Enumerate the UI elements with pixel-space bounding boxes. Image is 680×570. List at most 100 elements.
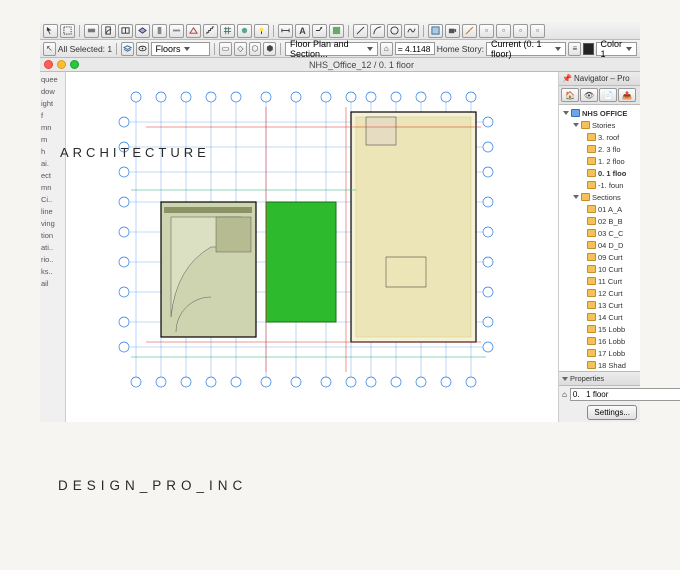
properties-title: Properties [570,374,604,383]
tool-more-2[interactable]: ▫ [496,24,511,38]
tree-item-label: 16 Lobb [598,337,625,346]
tool-spline[interactable] [404,24,419,38]
navigator-title: Navigator – Pro [574,74,630,83]
left-strip-item: dow [41,86,64,98]
tree-item[interactable]: Sections [559,191,640,203]
tool-arrow[interactable] [43,24,58,38]
tree-item[interactable]: 1. 2 floo [559,155,640,167]
tree-item[interactable]: 10 Curt [559,263,640,275]
tree-item[interactable]: 18 Shad [559,359,640,371]
tool-circle[interactable] [387,24,402,38]
tool-line[interactable] [353,24,368,38]
tool-roof[interactable] [186,24,201,38]
left-strip-item: f [41,110,64,122]
tree-item[interactable]: 15 Lobb [559,323,640,335]
tool-beam[interactable] [169,24,184,38]
tree-item[interactable]: 16 Lobb [559,335,640,347]
tree-item[interactable]: 11 Curt [559,275,640,287]
elevation-icon[interactable]: ⌂ [380,42,393,56]
tree-item[interactable]: 03 C_C [559,227,640,239]
color-combo[interactable]: Color 1 [596,42,638,56]
geom-mode-1[interactable]: ▭ [219,42,232,56]
color-swatch[interactable] [583,43,593,55]
tool-marquee[interactable] [60,24,75,38]
chevron-down-icon [555,47,561,51]
tree-item[interactable]: 2. 3 flo [559,143,640,155]
tool-column[interactable] [152,24,167,38]
tree-item[interactable]: 0. 1 floo [559,167,640,179]
selected-count-label: All Selected: 1 [58,44,112,54]
tool-label[interactable] [312,24,327,38]
tree-item[interactable]: 02 B_B [559,215,640,227]
tree-item[interactable]: Stories [559,119,640,131]
nav-mode-project[interactable]: 🏠 [561,88,579,102]
minimize-icon[interactable] [57,60,66,69]
tree-item-label: 09 Curt [598,253,623,262]
tool-measure[interactable] [462,24,477,38]
drawing-canvas[interactable] [66,72,558,422]
tree-item[interactable]: 14 Curt [559,311,640,323]
overlay-brand-text: DESIGN_PRO_INC [58,478,247,493]
tree-item[interactable]: NHS OFFICE [559,107,640,119]
nav-mode-view[interactable]: 👁 [580,88,598,102]
tree-item-label: NHS OFFICE [582,109,627,118]
scale-input[interactable] [395,42,435,55]
tool-lamp[interactable] [254,24,269,38]
tool-more-3[interactable]: ▫ [513,24,528,38]
tree-item[interactable]: 3. roof [559,131,640,143]
geom-mode-2[interactable]: ◇ [234,42,247,56]
geom-mode-4[interactable]: ⬢ [263,42,276,56]
properties-story-field[interactable] [570,388,680,401]
tree-item[interactable]: 01 A_A [559,203,640,215]
chevron-down-icon [184,47,190,51]
color-combo-label: Color 1 [601,39,624,59]
close-icon[interactable] [44,60,53,69]
nav-mode-publisher[interactable]: 📤 [618,88,636,102]
tool-window[interactable] [118,24,133,38]
tool-camera[interactable] [445,24,460,38]
tree-item-label: 02 B_B [598,217,623,226]
tree-item[interactable]: 09 Curt [559,251,640,263]
tool-fill[interactable] [329,24,344,38]
pointer-icon[interactable]: ↖ [43,42,56,56]
linetype-icon[interactable]: ≡ [568,42,581,56]
toolbar-tools: A ▫ ▫ ▫ ▫ [40,22,640,40]
settings-button[interactable]: Settings... [587,405,637,420]
tree-item[interactable]: 04 D_D [559,239,640,251]
tool-object[interactable] [237,24,252,38]
tree-item[interactable]: -1. foun [559,179,640,191]
tree-item[interactable]: 13 Curt [559,299,640,311]
tool-dimension[interactable] [278,24,293,38]
tool-wall[interactable] [84,24,99,38]
pin-icon[interactable]: 📌 [562,74,572,83]
main-area: queedowightfmnmhai.ectmnCi..linevingtion… [40,72,640,422]
zoom-icon[interactable] [70,60,79,69]
geom-mode-3[interactable]: ⬡ [249,42,262,56]
tree-item-label: 3. roof [598,133,619,142]
tool-slab[interactable] [135,24,150,38]
tool-mesh[interactable] [220,24,235,38]
tool-stair[interactable] [203,24,218,38]
nav-mode-layout[interactable]: 📄 [599,88,617,102]
tool-arc[interactable] [370,24,385,38]
layer-combo[interactable]: Floors [151,42,211,56]
left-strip-item: quee [41,74,64,86]
tree-item-label: 13 Curt [598,301,623,310]
tool-text[interactable]: A [295,24,310,38]
tool-more-4[interactable]: ▫ [530,24,545,38]
navigator-tree[interactable]: NHS OFFICEStories 3. roof2. 3 flo1. 2 flo… [559,105,640,371]
navigator-panel: 📌 Navigator – Pro 🏠 👁 📄 📤 NHS OFFICEStor… [558,72,640,422]
tree-item[interactable]: 12 Curt [559,287,640,299]
document-title: NHS_Office_12 / 0. 1 floor [83,60,640,70]
story-combo[interactable]: Current (0. 1 floor) [486,42,566,56]
eye-icon[interactable] [136,42,149,56]
layer-icon[interactable] [121,42,134,56]
tree-item[interactable]: 17 Lobb [559,347,640,359]
tool-zone[interactable] [428,24,443,38]
section-combo[interactable]: Floor Plan and Section... [285,42,378,56]
toolbar-info: ↖ All Selected: 1 Floors ▭ ◇ ⬡ ⬢ Floor P… [40,40,640,58]
tool-more-1[interactable]: ▫ [479,24,494,38]
left-strip-item: line [41,206,64,218]
tool-door[interactable] [101,24,116,38]
section-combo-label: Floor Plan and Section... [290,39,364,59]
